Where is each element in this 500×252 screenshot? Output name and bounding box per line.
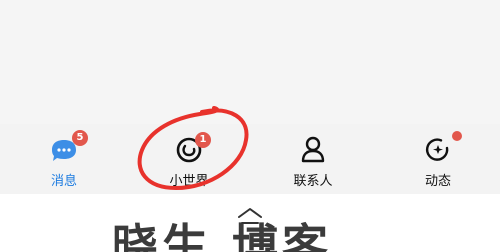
tab-moments[interactable]: 动态 bbox=[388, 124, 488, 194]
person-icon bbox=[298, 134, 328, 164]
tab-label: 消息 bbox=[50, 174, 77, 189]
tab-label: 动态 bbox=[424, 174, 451, 189]
tab-small-world[interactable]: 1 小世界 bbox=[139, 124, 239, 194]
unread-badge: 5 bbox=[72, 130, 88, 146]
tab-messages[interactable]: 5 消息 bbox=[14, 124, 114, 194]
bottom-area: 晓生 博客 bbox=[0, 194, 500, 252]
home-icon[interactable] bbox=[236, 206, 264, 226]
bottom-tab-bar: 5 消息 1 小世界 联系人 动态 bbox=[0, 124, 500, 194]
star-refresh-icon bbox=[423, 134, 453, 164]
new-dot-badge bbox=[452, 131, 462, 141]
world-badge: 1 bbox=[195, 132, 211, 148]
content-area bbox=[0, 0, 500, 124]
tab-contacts[interactable]: 联系人 bbox=[263, 124, 363, 194]
tab-label: 联系人 bbox=[293, 174, 333, 189]
tab-label: 小世界 bbox=[169, 174, 209, 189]
